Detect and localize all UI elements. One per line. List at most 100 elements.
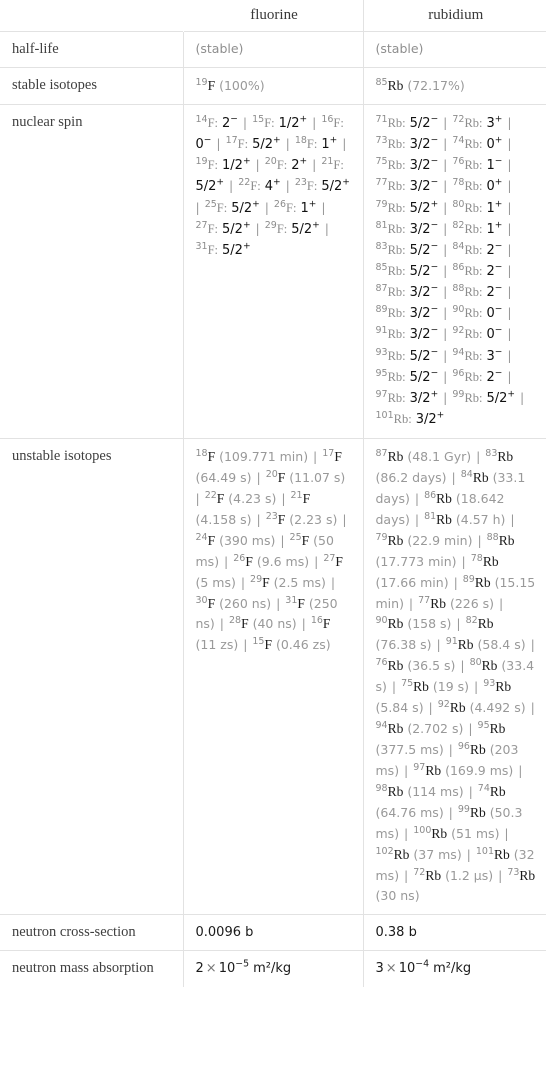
isotope-symbol: 90Rb [376,616,404,631]
cell-nuclear-spin-rubidium: 71Rb: 5/2− | 72Rb: 3+ | 73Rb: 3/2− | 74R… [363,103,546,439]
isotope-symbol: 80Rb: [452,199,482,214]
isotope-mass-number: 31 [285,594,298,606]
element-symbol: F: [216,200,228,215]
isotope-symbol: 82Rb [466,616,494,631]
element-symbol: F [297,595,305,611]
list-separator: | [400,825,413,841]
isotope-mass-number: 71 [375,113,388,125]
element-symbol: Rb [457,637,474,653]
isotope-mass-number: 15 [252,636,265,648]
unit: m²/kg [429,961,472,977]
isotope-mass-number: 23 [265,510,278,522]
unit: m²/kg [249,961,292,977]
isotope-symbol: 79Rb: [376,199,406,214]
isotope-properties-table: fluorine rubidium half-life (stable) (st… [0,0,546,987]
isotope-half-life: (36.5 s) [403,658,456,674]
element-symbol: F: [333,116,344,130]
table-row-neutron-mass-absorption: neutron mass absorption 2 × 10−5 m²/kg 3 × 1… [0,950,546,987]
isotope-mass-number: 88 [486,531,499,543]
list-separator: | [297,616,310,632]
list-separator: | [212,136,225,152]
row-label-stable-isotopes: stable isotopes [0,66,184,105]
row-label-unstable-isotopes: unstable isotopes [0,438,184,915]
element-symbol: Rb [489,783,506,799]
nuclear-spin-value: 5/2+ [222,241,251,258]
isotope-symbol: 19F [196,77,216,92]
element-symbol: Rb: [387,306,406,321]
isotope-mass-number: 25 [289,531,302,543]
list-separator: | [514,762,523,778]
isotope-half-life: (2.702 s) [403,721,464,737]
list-separator: | [439,305,452,321]
list-separator: | [503,220,512,236]
isotope-symbol: 87Rb: [376,284,406,299]
isotope-mass-number: 26 [273,198,287,210]
isotope-symbol: 80Rb [470,658,498,673]
table-row-half-life: half-life (stable) (stable) [0,31,546,68]
list-separator: | [251,157,264,173]
isotope-mass-number: 72 [452,113,465,125]
isotope-symbol: 86Rb: [452,263,482,278]
element-symbol: Rb [387,658,404,674]
cell-half-life-rubidium: (stable) [363,31,546,68]
parity-sign: + [436,410,445,421]
isotope-symbol: 76Rb: [452,157,482,172]
nuclear-spin-value: 5/2+ [291,220,320,237]
cell-neutron-cross-section-rubidium: 0.38 b [363,913,546,951]
element-symbol: Rb: [464,390,483,405]
element-symbol: Rb [494,846,510,862]
isotope-mass-number: 92 [437,699,450,711]
element-symbol: Rb: [387,369,406,384]
list-separator: | [308,157,321,173]
column-header-rubidium: rubidium [428,7,484,23]
element-symbol: Rb [449,700,466,716]
nuclear-spin-value: 3/2− [409,283,439,301]
isotope-mass-number: 92 [452,325,465,337]
cell-nuclear-spin-fluorine: 14F: 2− | 15F: 1/2+ | 16F: 0− | 17F: 5/2… [183,103,364,439]
isotope-symbol: 92Rb: [452,326,482,341]
list-separator: | [449,574,462,590]
list-separator: | [238,115,252,130]
element-symbol: F [207,595,216,611]
isotope-mass-number: 27 [195,219,208,231]
isotope-mass-number: 81 [375,219,388,231]
isotope-symbol: 17F: [226,136,249,151]
element-symbol: Rb: [464,327,483,342]
isotope-mass-number: 78 [470,552,483,564]
list-separator: | [239,637,252,653]
exponent: −4 [415,959,430,971]
isotope-half-life: (11 zs) [195,637,239,653]
isotope-half-life: (40 ns) [248,616,297,632]
row-label-half-life: half-life [0,31,184,68]
list-separator: | [464,721,477,737]
table-row-unstable-isotopes: unstable isotopes 18F (109.771 min) | 17… [0,438,546,915]
isotope-symbol: 97Rb: [376,389,406,404]
isotope-symbol: 72Rb [413,867,441,882]
list-separator: | [526,637,535,653]
list-separator: | [503,199,512,215]
element-symbol: Rb: [387,348,406,363]
list-separator: | [260,199,273,215]
nuclear-spin-value: 3/2− [409,135,439,153]
element-symbol: Rb: [464,263,483,278]
isotope-mass-number: 77 [418,594,431,606]
base: 10 [218,961,236,977]
nuclear-spin-value: 3+ [486,114,503,131]
neutron-cross-section-value-fluorine: 0.0096 b [195,924,254,940]
element-symbol: Rb [387,721,404,737]
table-row-nuclear-spin: nuclear spin 14F: 2− | 15F: 1/2+ | 16F: … [0,103,546,439]
nuclear-spin-value: 5/2+ [222,220,251,237]
isotope-symbol: 23F: [295,178,318,193]
element-symbol: Rb: [464,158,483,173]
isotope-mass-number: 78 [452,177,465,189]
isotope-mass-number: 95 [375,367,388,379]
nuclear-spin-value: 1− [486,156,503,174]
isotope-half-life: (0.46 zs) [272,637,331,653]
list-separator: | [281,136,294,152]
nuclear-spin-value: 3/2+ [409,389,439,406]
isotope-mass-number: 22 [238,177,251,189]
parity-sign: + [252,199,260,210]
nuclear-spin-value: 2− [486,283,503,301]
isotope-half-life: (4.158 s) [195,511,252,527]
isotope-symbol: 75Rb [401,679,429,694]
